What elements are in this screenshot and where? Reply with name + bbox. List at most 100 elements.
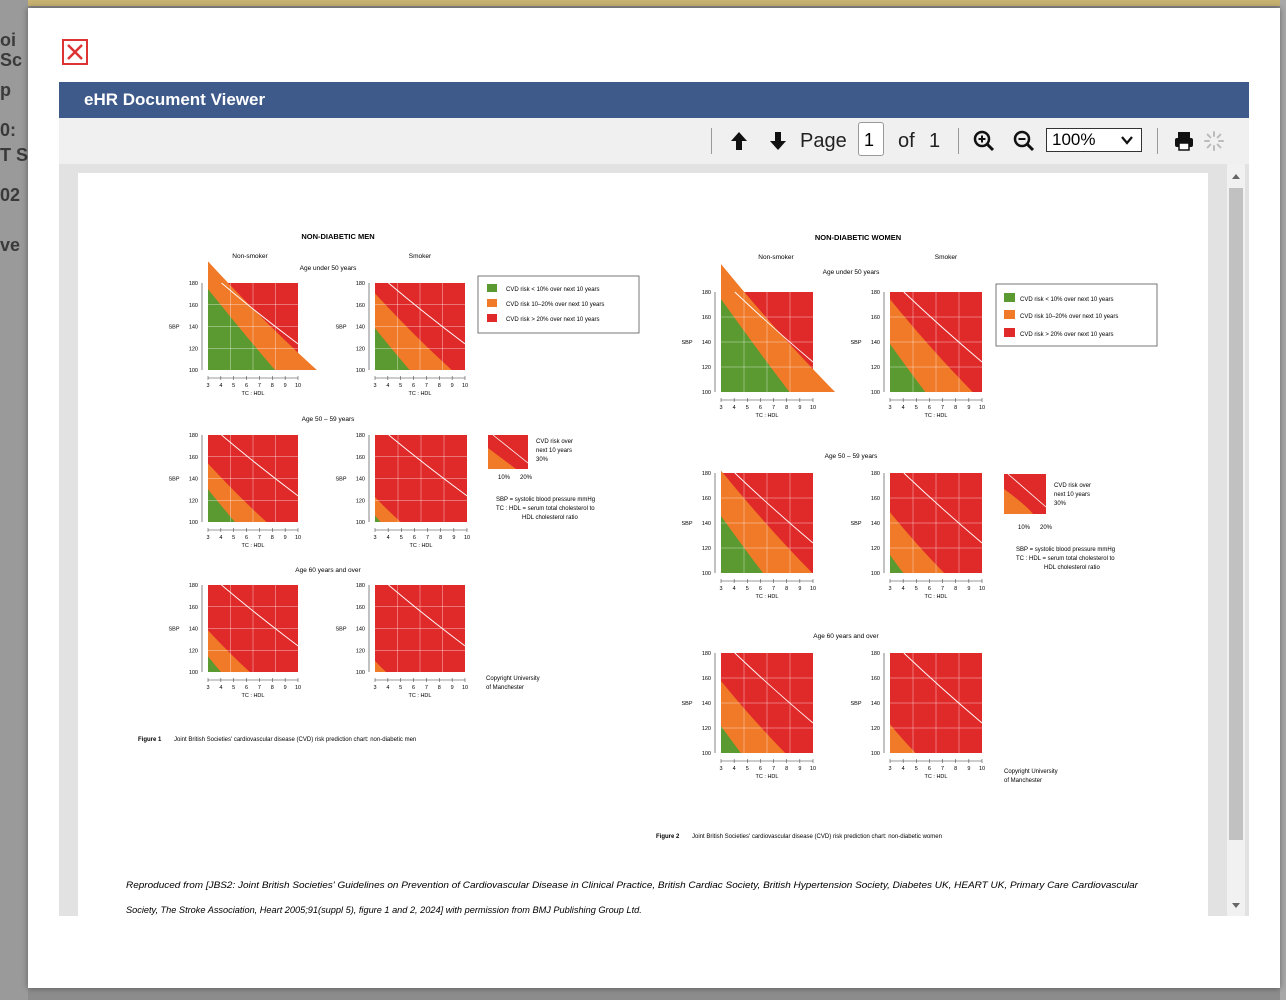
y-tick-label: 120 bbox=[356, 346, 365, 352]
y-tick-label: 100 bbox=[702, 571, 711, 577]
risk-note: CVD risk over bbox=[536, 439, 573, 445]
x-tick-label: 3 bbox=[206, 535, 209, 541]
y-axis-label: SBP bbox=[681, 521, 692, 527]
scroll-up-icon[interactable] bbox=[1231, 172, 1241, 180]
zoom-in-button[interactable] bbox=[972, 129, 996, 153]
x-tick-label: 9 bbox=[452, 535, 455, 541]
x-tick-label: 9 bbox=[284, 685, 287, 691]
x-tick-label: 9 bbox=[284, 535, 287, 541]
vertical-scrollbar[interactable] bbox=[1227, 164, 1245, 916]
x-tick-label: 7 bbox=[258, 383, 261, 389]
men-smoker-label: Smoker bbox=[409, 253, 432, 260]
x-tick-label: 4 bbox=[387, 535, 390, 541]
x-tick-label: 4 bbox=[219, 383, 222, 389]
document-content: NON-DIABETIC MEN NON-DIABETIC WOMEN Non-… bbox=[126, 232, 1158, 915]
x-tick-label: 6 bbox=[759, 405, 762, 411]
y-tick-label: 160 bbox=[702, 676, 711, 682]
x-tick-label: 3 bbox=[888, 586, 891, 592]
men-risk-key: CVD risk over next 10 years 30% 10% 20% … bbox=[488, 434, 595, 521]
y-tick-label: 160 bbox=[871, 496, 880, 502]
x-tick-label: 3 bbox=[719, 405, 722, 411]
x-tick-label: 10 bbox=[979, 766, 985, 772]
y-tick-label: 120 bbox=[356, 648, 365, 654]
print-button[interactable] bbox=[1172, 129, 1196, 153]
x-tick-label: 8 bbox=[438, 383, 441, 389]
x-tick-label: 4 bbox=[386, 685, 389, 691]
x-tick-label: 4 bbox=[902, 766, 905, 772]
x-tick-label: 7 bbox=[772, 405, 775, 411]
women-age-label-under-50: Age under 50 years bbox=[823, 269, 880, 276]
y-tick-label: 160 bbox=[702, 496, 711, 502]
y-tick-label: 100 bbox=[356, 670, 365, 676]
x-tick-label: 5 bbox=[746, 405, 749, 411]
next-page-button[interactable] bbox=[766, 129, 790, 153]
y-tick-label: 140 bbox=[189, 325, 198, 331]
reproduced-note: Reproduced from [JBS2: Joint British Soc… bbox=[126, 880, 1139, 890]
y-tick-label: 160 bbox=[189, 303, 198, 309]
x-tick-label: 5 bbox=[232, 685, 235, 691]
close-button[interactable] bbox=[62, 39, 88, 65]
x-tick-label: 4 bbox=[733, 766, 736, 772]
previous-page-button[interactable] bbox=[727, 129, 751, 153]
x-tick-label: 7 bbox=[426, 535, 429, 541]
x-tick-label: 3 bbox=[373, 535, 376, 541]
x-tick-label: 3 bbox=[719, 766, 722, 772]
x-tick-label: 3 bbox=[206, 685, 209, 691]
x-tick-label: 9 bbox=[798, 586, 801, 592]
y-tick-label: 180 bbox=[356, 433, 365, 439]
x-tick-label: 7 bbox=[772, 586, 775, 592]
x-tick-label: 8 bbox=[785, 766, 788, 772]
sbp-note: HDL cholesterol ratio bbox=[1044, 565, 1100, 571]
y-axis-label: SBP bbox=[850, 701, 861, 707]
risk-note: 30% bbox=[536, 457, 549, 463]
document-area[interactable]: NON-DIABETIC MEN NON-DIABETIC WOMEN Non-… bbox=[59, 164, 1249, 916]
y-axis-label: SBP bbox=[168, 325, 179, 331]
x-tick-label: 10 bbox=[462, 383, 468, 389]
x-tick-label: 9 bbox=[798, 405, 801, 411]
x-tick-label: 9 bbox=[451, 685, 454, 691]
background-text-fragment: p bbox=[0, 80, 11, 100]
y-tick-label: 100 bbox=[871, 751, 880, 757]
y-tick-label: 120 bbox=[702, 365, 711, 371]
x-tick-label: 6 bbox=[928, 766, 931, 772]
women-risk-key: CVD risk over next 10 years 30% 10% 20% … bbox=[1004, 473, 1115, 571]
x-tick-label: 8 bbox=[271, 383, 274, 389]
scrollbar-thumb[interactable] bbox=[1229, 188, 1243, 840]
x-tick-label: 10 bbox=[979, 586, 985, 592]
risk-pct: 10% bbox=[1018, 525, 1031, 531]
y-tick-label: 140 bbox=[189, 477, 198, 483]
x-tick-label: 8 bbox=[438, 685, 441, 691]
zoom-out-button[interactable] bbox=[1012, 129, 1036, 153]
x-tick-label: 7 bbox=[941, 586, 944, 592]
legend-label: CVD risk > 20% over next 10 years bbox=[1020, 332, 1114, 338]
sbp-note: SBP = systolic blood pressure mmHg bbox=[496, 497, 595, 503]
x-tick-label: 8 bbox=[785, 405, 788, 411]
copyright-women: Copyright University bbox=[1004, 769, 1058, 775]
y-tick-label: 140 bbox=[356, 325, 365, 331]
y-axis-label: SBP bbox=[168, 477, 179, 483]
women-non-smoker-label: Non-smoker bbox=[758, 254, 794, 261]
x-tick-label: 8 bbox=[954, 766, 957, 772]
arrow-down-icon bbox=[770, 132, 786, 150]
toolbar-divider bbox=[1157, 128, 1158, 154]
scroll-down-icon[interactable] bbox=[1231, 902, 1241, 910]
x-tick-label: 9 bbox=[967, 766, 970, 772]
y-tick-label: 140 bbox=[702, 340, 711, 346]
risk-pct: 10% bbox=[498, 475, 511, 481]
figure-1-label: Figure 1 bbox=[138, 737, 162, 743]
women-age-label-50-59: Age 50 – 59 years bbox=[825, 453, 879, 460]
x-axis-label: TC : HDL bbox=[756, 774, 779, 780]
y-tick-label: 160 bbox=[189, 605, 198, 611]
x-tick-label: 6 bbox=[413, 535, 416, 541]
x-tick-label: 10 bbox=[810, 766, 816, 772]
women-age-label-60-over: Age 60 years and over bbox=[813, 633, 879, 640]
sbp-note: HDL cholesterol ratio bbox=[522, 515, 578, 521]
y-tick-label: 180 bbox=[356, 583, 365, 589]
y-tick-label: 140 bbox=[356, 477, 365, 483]
page-number-input[interactable]: 1 bbox=[858, 122, 884, 156]
x-axis-label: TC : HDL bbox=[925, 413, 948, 419]
y-tick-label: 120 bbox=[189, 498, 198, 504]
y-tick-label: 120 bbox=[871, 726, 880, 732]
zoom-select[interactable]: 100% bbox=[1046, 128, 1142, 152]
y-tick-label: 180 bbox=[702, 471, 711, 477]
